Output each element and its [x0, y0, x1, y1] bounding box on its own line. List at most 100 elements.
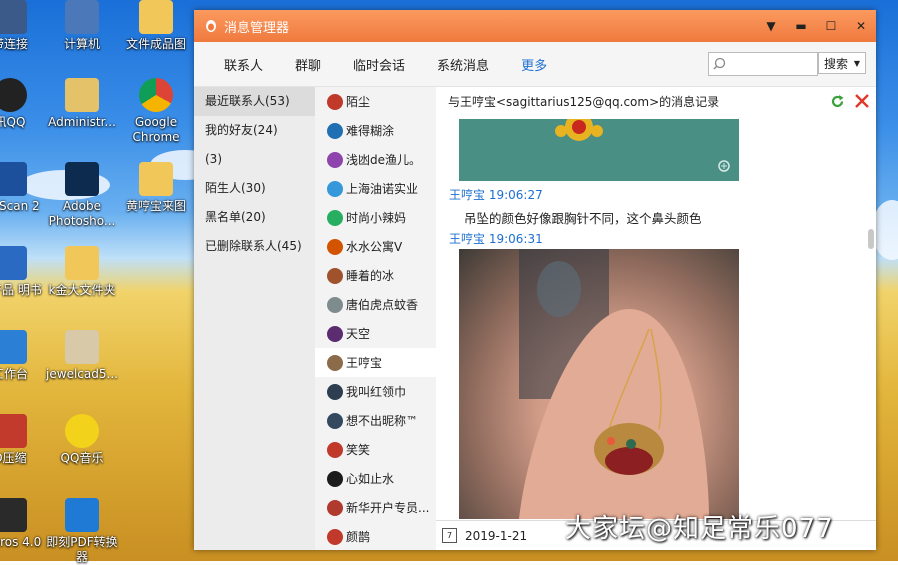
desktop-icon-administrator[interactable]: Administr... [46, 78, 118, 130]
desktop-icon-photoshop[interactable]: Adobe Photosho... [46, 162, 118, 229]
contact-item[interactable]: 心如止水 [315, 464, 436, 493]
desktop-icon-label: 生产品 明书 [0, 283, 42, 297]
refresh-icon[interactable] [829, 93, 846, 110]
desktop-icon-label: 工作台 [0, 367, 28, 381]
desktop-icon-folder[interactable]: k金大文件夹 [46, 246, 118, 298]
sidebar-item-recent[interactable]: 最近联系人(53) [194, 87, 315, 116]
message-image-pendant-photo[interactable] [459, 249, 739, 519]
desktop-icon-label: k金大文件夹 [48, 283, 116, 297]
contact-name: 王哼宝 [346, 356, 383, 370]
contact-name: 心如止水 [346, 472, 395, 486]
message-text: 吊坠的颜色好像跟胸针不同，这个鼻头颜色 [464, 211, 702, 226]
tab-temp-sessions[interactable]: 临时会话 [337, 55, 421, 74]
avatar-icon [327, 122, 343, 139]
contact-item[interactable]: 想不出昵称™ [315, 406, 436, 435]
contact-item[interactable]: 颜鹊 [315, 522, 436, 550]
desktop-icon-folder[interactable]: 文件成品图 [120, 0, 192, 52]
desktop-icon-label: 即刻PDF转换器 [46, 535, 118, 564]
chat-header-title: 与王哼宝<sagittarius125@qq.com>的消息记录 [448, 94, 720, 109]
sidebar-item-deleted[interactable]: 已删除联系人(45) [194, 232, 315, 261]
message-meta: 王哼宝 19:06:31 [449, 232, 543, 246]
calendar-icon[interactable]: 7 [442, 528, 457, 543]
maximize-button[interactable]: ☐ [816, 10, 846, 42]
folder-icon [139, 0, 173, 34]
desktop-icon-folder[interactable]: 黄哼宝来图 [120, 162, 192, 214]
message-image-embroidery[interactable] [459, 113, 739, 181]
contact-item[interactable]: 我叫红领巾 [315, 377, 436, 406]
rhinoceros-icon [0, 498, 27, 532]
user-folder-icon [65, 78, 99, 112]
desktop-icon-label: on Scan 2 [0, 199, 40, 213]
contact-item[interactable]: 笑笑 [315, 435, 436, 464]
avatar-icon [327, 441, 343, 458]
desktop-icon-label: Administr... [48, 115, 116, 129]
compress-icon [0, 414, 27, 448]
chrome-icon [139, 78, 173, 112]
chat-scrollbar-thumb[interactable] [868, 229, 874, 249]
desktop-icon-workbench[interactable]: 工作台 [0, 330, 46, 382]
avatar-icon [327, 238, 343, 255]
desktop-icon-label: 计算机 [63, 37, 100, 51]
message-manager-window: 消息管理器 ▼ ▬ ☐ ✕ 联系人 群聊 临时会话 系统消息 更多 搜索 ▼ 最… [194, 10, 876, 550]
sidebar-item-blacklist[interactable]: 黑名单(20) [194, 203, 315, 232]
contact-item[interactable]: 上海油诺实业 [315, 174, 436, 203]
desktop-icon-compress[interactable]: D压缩 [0, 414, 46, 466]
desktop-icon-label: jewelcad5... [46, 367, 118, 381]
contact-name: 颜鹊 [346, 530, 371, 544]
search-icon [713, 57, 726, 70]
sidebar-item-friends[interactable]: 我的好友(24) [194, 116, 315, 145]
sidebar-item-unnamed[interactable]: (3) [194, 145, 315, 174]
search-button[interactable]: 搜索 ▼ [818, 52, 866, 74]
close-button[interactable]: ✕ [846, 10, 876, 42]
desktop-icon-qqmusic[interactable]: QQ音乐 [46, 414, 118, 466]
contact-item[interactable]: 新华开户专员... [315, 493, 436, 522]
desktop-icon-network[interactable]: 带连接 [0, 0, 46, 52]
contact-item[interactable]: 唐伯虎点蚊香 [315, 290, 436, 319]
toolbar: 联系人 群聊 临时会话 系统消息 更多 搜索 ▼ [194, 42, 876, 87]
workbench-icon [0, 330, 27, 364]
contact-name: 我叫红领巾 [346, 385, 407, 399]
avatar-icon [327, 528, 343, 545]
contact-name: 水水公寓V [346, 240, 403, 254]
category-sidebar: 最近联系人(53) 我的好友(24) (3) 陌生人(30) 黑名单(20) 已… [194, 87, 315, 550]
contact-item[interactable]: 陌尘 [315, 87, 436, 116]
folder-icon [139, 162, 173, 196]
desktop-icon-pdf[interactable]: 即刻PDF转换器 [46, 498, 118, 565]
contact-item[interactable]: 王哼宝 [315, 348, 436, 377]
contact-item[interactable]: 难得糊涂 [315, 116, 436, 145]
contact-name: 新华开户专员... [346, 501, 430, 515]
menu-dropdown-button[interactable]: ▼ [756, 10, 786, 42]
desktop-icon-chrome[interactable]: Google Chrome [120, 78, 192, 145]
desktop-icon-rhinoceros[interactable]: oceros 4.0 [0, 498, 46, 550]
contact-item[interactable]: 时尚小辣妈 [315, 203, 436, 232]
contact-item[interactable]: 天空 [315, 319, 436, 348]
delete-icon[interactable] [854, 93, 870, 109]
contact-item[interactable]: 浅凼de渔儿。 [315, 145, 436, 174]
desktop-icon-jewelcad[interactable]: jewelcad5... [46, 330, 118, 382]
desktop-icon-qq[interactable]: 讯QQ [0, 78, 46, 130]
contact-item[interactable]: 水水公寓V [315, 232, 436, 261]
search-input[interactable] [708, 52, 818, 76]
contact-name: 难得糊涂 [346, 124, 395, 138]
watermark: 大家坛@知足常乐077 [565, 514, 834, 544]
avatar-icon [327, 412, 343, 429]
desktop-icon-computer[interactable]: 计算机 [46, 0, 118, 52]
desktop-icon-label: Adobe Photosho... [48, 199, 116, 228]
chat-history-pane: 与王哼宝<sagittarius125@qq.com>的消息记录 王哼宝 19:… [436, 87, 876, 550]
tab-contacts[interactable]: 联系人 [208, 55, 279, 74]
minimize-button[interactable]: ▬ [786, 10, 816, 42]
desktop-icon-scan[interactable]: on Scan 2 [0, 162, 46, 214]
desktop-icon-manual[interactable]: 生产品 明书 [0, 246, 46, 298]
qq-icon [0, 78, 27, 112]
qq-music-icon [65, 414, 99, 448]
contact-list: 陌尘难得糊涂浅凼de渔儿。 上海油诺实业 时尚小辣妈水水公寓V 睡着的冰 唐伯虎点蚊香天… [315, 87, 436, 550]
tab-group-chats[interactable]: 群聊 [279, 55, 337, 74]
contact-item[interactable]: 睡着的冰 [315, 261, 436, 290]
contact-name: 陌尘 [346, 95, 371, 109]
chat-header: 与王哼宝<sagittarius125@qq.com>的消息记录 [436, 87, 876, 115]
avatar-icon [327, 470, 343, 487]
sidebar-item-strangers[interactable]: 陌生人(30) [194, 174, 315, 203]
tab-more[interactable]: 更多 [505, 55, 563, 74]
desktop-icon-label: oceros 4.0 [0, 535, 42, 549]
tab-system-messages[interactable]: 系统消息 [421, 55, 505, 74]
